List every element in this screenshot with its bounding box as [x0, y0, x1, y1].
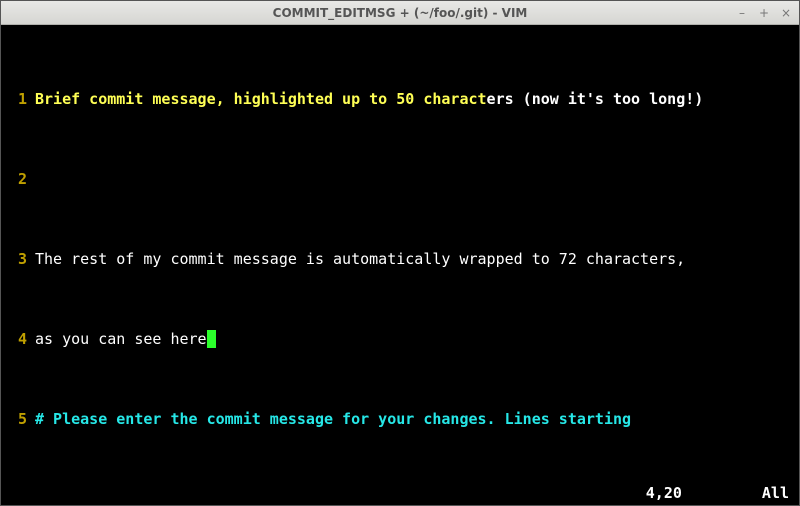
line-4[interactable]: 4 as you can see here	[7, 329, 793, 349]
line-2[interactable]: 2	[7, 169, 793, 189]
line-number: 1	[7, 89, 35, 109]
line-number: 5	[7, 409, 35, 429]
commit-subject-overflow: ers (now it's too long!)	[487, 90, 704, 108]
line-number: 2	[7, 169, 35, 189]
commit-subject-ok: Brief commit message, highlighted up to …	[35, 90, 487, 108]
commit-body-line: as you can see here	[35, 330, 207, 348]
window-titlebar: COMMIT_EDITMSG + (~/foo/.git) - VIM – + …	[1, 1, 799, 25]
window-controls: – + ×	[735, 1, 793, 24]
minimize-button[interactable]: –	[735, 6, 749, 20]
editor-area[interactable]: 1 Brief commit message, highlighted up t…	[1, 25, 799, 485]
line-5[interactable]: 5 # Please enter the commit message for …	[7, 409, 793, 429]
cursor	[207, 330, 216, 348]
line-number: 3	[7, 249, 35, 269]
vim-window: COMMIT_EDITMSG + (~/foo/.git) - VIM – + …	[0, 0, 800, 506]
scroll-indicator: All	[762, 484, 789, 502]
commit-body-line: The rest of my commit message is automat…	[35, 249, 793, 269]
close-button[interactable]: ×	[779, 6, 793, 20]
vim-status-bar: 4,20 All	[1, 485, 799, 505]
window-title: COMMIT_EDITMSG + (~/foo/.git) - VIM	[1, 6, 799, 20]
maximize-button[interactable]: +	[757, 6, 771, 20]
line-1[interactable]: 1 Brief commit message, highlighted up t…	[7, 89, 793, 109]
cursor-position: 4,20	[646, 484, 682, 502]
comment-line: # Please enter the commit message for yo…	[35, 409, 793, 429]
line-number: 4	[7, 329, 35, 349]
line-3[interactable]: 3 The rest of my commit message is autom…	[7, 249, 793, 269]
